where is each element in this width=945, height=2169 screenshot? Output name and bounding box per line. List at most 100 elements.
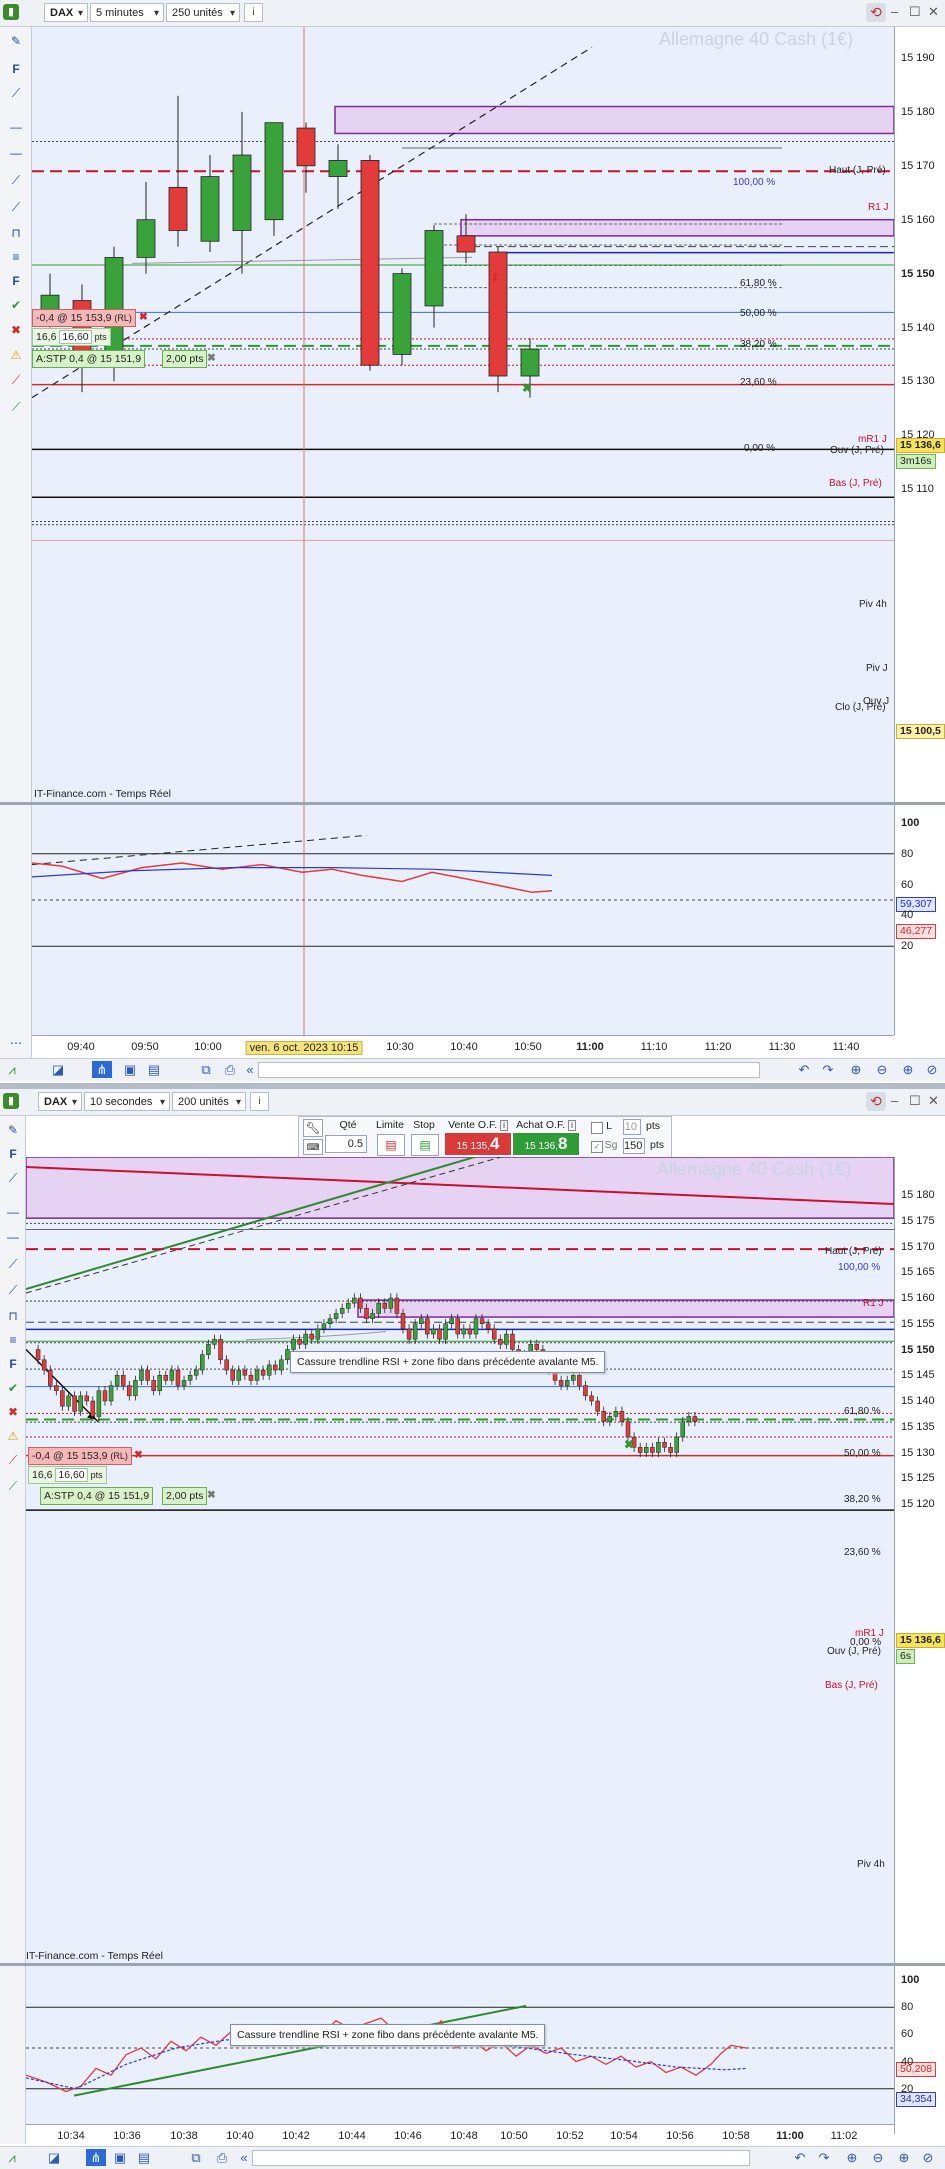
info-icon[interactable]: i [244, 3, 263, 22]
sell-limit-order[interactable]: -0,4 @ 15 153,9 (RL) [32, 309, 136, 327]
zoom-in-icon[interactable]: ⊕ [898, 1061, 918, 1078]
hline-tool-icon[interactable]: — [6, 119, 26, 135]
comment-icon-2[interactable]: ▣ [110, 2149, 130, 2166]
qty-input[interactable]: 0.5 [325, 1135, 367, 1153]
chart-type-icon[interactable]: ◪ [48, 1061, 68, 1078]
windows-icon[interactable]: ⧉ [196, 1061, 216, 1078]
sell-limit-order-2[interactable]: -0,4 @ 15 153,9 (RL) [28, 1447, 132, 1465]
buy-button[interactable]: 15 136,8 [513, 1133, 579, 1155]
pencil-icon-2[interactable]: ✎ [3, 1122, 23, 1138]
bottom-price-chart[interactable]: ✖ Allemagne 40 Cash (1€) Haut (J, Pré) 1… [26, 1157, 894, 1963]
share-icon[interactable]: ⋔ [92, 1061, 112, 1078]
buy-info-icon[interactable]: i [568, 1120, 576, 1131]
stop-checkbox[interactable]: ✓ [591, 1141, 603, 1153]
ray-tool-icon[interactable]: ⟋ [6, 172, 26, 188]
refresh-icon[interactable]: ⟲ [866, 3, 886, 22]
share-icon-2[interactable]: ⋔ [86, 2149, 106, 2166]
refresh-icon-2[interactable]: ⟲ [866, 1092, 886, 1111]
text-tool-icon[interactable]: F [6, 61, 26, 77]
top-rsi-chart[interactable] [32, 805, 894, 1035]
time-scrollbar[interactable] [258, 1062, 760, 1078]
zoom-fit-icon[interactable]: ⊕ [846, 1061, 866, 1078]
order-close-icon-2[interactable]: ✖ [134, 1447, 143, 1463]
check-icon-2[interactable]: ✔ [3, 1380, 23, 1396]
channel-tool-icon[interactable]: ⊓ [6, 225, 26, 241]
annotation-note-rsi[interactable]: Cassure trendline RSI + zone fibo dans p… [230, 2024, 546, 2046]
timeframe-select[interactable]: 5 minutes [90, 3, 164, 23]
stop-order[interactable]: A:STP 0,4 @ 15 151,9 [32, 350, 146, 368]
timeframe-select-2[interactable]: 10 secondes [84, 1092, 170, 1112]
ray-tool-icon-2[interactable]: ⟋ [6, 199, 26, 215]
measure-icon-2[interactable]: ⟋ [6, 399, 26, 415]
sell-button[interactable]: 15 135,4 [445, 1133, 511, 1155]
info-icon-2[interactable]: i [250, 1092, 269, 1111]
stop-pts-input[interactable]: 150 [623, 1138, 645, 1154]
order-tool-icon[interactable]: F [6, 273, 26, 289]
fibo-tool-icon[interactable]: ≡ [6, 249, 26, 265]
line-tool-icon[interactable]: ⟋ [6, 85, 26, 101]
limit-order-icon[interactable]: ▤ [377, 1134, 405, 1156]
order-close-icon[interactable]: ✖ [139, 309, 148, 325]
warning-icon[interactable]: ⚠ [6, 347, 26, 363]
more-icon[interactable]: ⋯ [6, 1035, 26, 1051]
redo-icon-2[interactable]: ↷ [814, 2149, 834, 2166]
limit-pts-input[interactable]: 10 [623, 1119, 641, 1135]
measure-icon-3[interactable]: ⟋ [3, 1452, 23, 1468]
stop-order-2[interactable]: A:STP 0,4 @ 15 151,9 [40, 1487, 154, 1505]
scroll-left-icon-2[interactable]: « [234, 2149, 254, 2166]
pencil-icon[interactable]: ✎ [6, 33, 26, 49]
stop-order-close-icon[interactable]: ✖ [207, 350, 216, 366]
layout-icon[interactable]: ▤ [144, 1061, 164, 1078]
indicators-icon-2[interactable]: ⩘ [2, 2149, 22, 2166]
units-select-2[interactable]: 200 unités [172, 1092, 246, 1112]
comment-icon[interactable]: ▣ [120, 1061, 140, 1078]
ray-tool-icon-3[interactable]: ⟋ [3, 1256, 23, 1272]
stop-order-close-icon-2[interactable]: ✖ [207, 1487, 216, 1503]
time-scrollbar-2[interactable] [252, 2150, 750, 2166]
chart-type-icon-2[interactable]: ◪ [44, 2149, 64, 2166]
instrument-select[interactable]: DAX [44, 3, 88, 23]
scroll-left-icon[interactable]: « [240, 1061, 260, 1078]
order-tool-icon-2[interactable]: F [3, 1356, 23, 1372]
bottom-price-axis[interactable]: 15 136,6 6s 15 180 15 175 15 170 15 165 15 1… [894, 1157, 945, 1963]
hline-tool-icon-3[interactable]: — [3, 1204, 23, 1220]
keyboard-icon[interactable]: ⌨ [303, 1139, 323, 1155]
windows-icon-2[interactable]: ⧉ [186, 2149, 206, 2166]
bottom-time-axis[interactable]: 10:34 10:36 10:38 10:40 10:42 10:44 10:46 10:48… [26, 2124, 894, 2147]
limit-checkbox[interactable] [591, 1122, 603, 1134]
print-icon-2[interactable]: ⎙ [212, 2149, 232, 2166]
measure-icon[interactable]: ⟋ [6, 372, 26, 388]
text-tool-icon-2[interactable]: F [3, 1146, 23, 1162]
zoom-out-icon[interactable]: ⊖ [872, 1061, 892, 1078]
top-price-chart[interactable]: ✖ ✖ ⬇ Allemagne 40 Cash (1€) Haut (J, Pré)… [32, 27, 894, 802]
annotation-note[interactable]: Cassure trendline RSI + zone fibo dans p… [290, 1351, 606, 1373]
close-icon-2[interactable]: ✕ [928, 1093, 939, 1109]
wrench-icon[interactable]: 🔧︎ [303, 1119, 323, 1137]
zoom-reset-icon-2[interactable]: ⊘ [918, 2149, 938, 2166]
stop-order-icon[interactable]: ▤ [411, 1134, 439, 1156]
zoom-reset-icon[interactable]: ⊘ [922, 1061, 942, 1078]
minimize-icon[interactable]: – [891, 4, 898, 20]
delete-icon-2[interactable]: ✖ [3, 1404, 23, 1420]
hline-tool-icon-2[interactable]: — [6, 145, 26, 161]
layout-icon-2[interactable]: ▤ [134, 2149, 154, 2166]
undo-icon-2[interactable]: ↶ [790, 2149, 810, 2166]
fibo-tool-icon-2[interactable]: ≡ [3, 1332, 23, 1348]
line-tool-icon-2[interactable]: ⟋ [3, 1170, 23, 1186]
units-select[interactable]: 250 unités [166, 3, 240, 23]
maximize-icon-2[interactable]: ☐ [909, 1093, 921, 1109]
zoom-out-icon-2[interactable]: ⊖ [868, 2149, 888, 2166]
zoom-fit-icon-2[interactable]: ⊕ [842, 2149, 862, 2166]
measure-icon-4[interactable]: ⟋ [3, 1478, 23, 1494]
delete-icon[interactable]: ✖ [6, 322, 26, 338]
undo-icon[interactable]: ↶ [794, 1061, 814, 1078]
maximize-icon[interactable]: ☐ [909, 4, 921, 20]
ray-tool-icon-4[interactable]: ⟋ [3, 1282, 23, 1298]
top-time-axis[interactable]: 09:40 09:50 10:00 10:30 10:40 10:50 11:00 11:10… [32, 1035, 894, 1058]
redo-icon[interactable]: ↷ [818, 1061, 838, 1078]
indicators-icon[interactable]: ⩘ [2, 1061, 22, 1078]
close-icon[interactable]: ✕ [928, 4, 939, 20]
bottom-rsi-chart[interactable]: Cassure trendline RSI + zone fibo dans p… [26, 1966, 894, 2134]
top-price-axis[interactable]: 15 136,6 3m16s 15 100,5 15 190 15 180 15 1… [894, 27, 945, 802]
warning-icon-2[interactable]: ⚠ [3, 1428, 23, 1444]
